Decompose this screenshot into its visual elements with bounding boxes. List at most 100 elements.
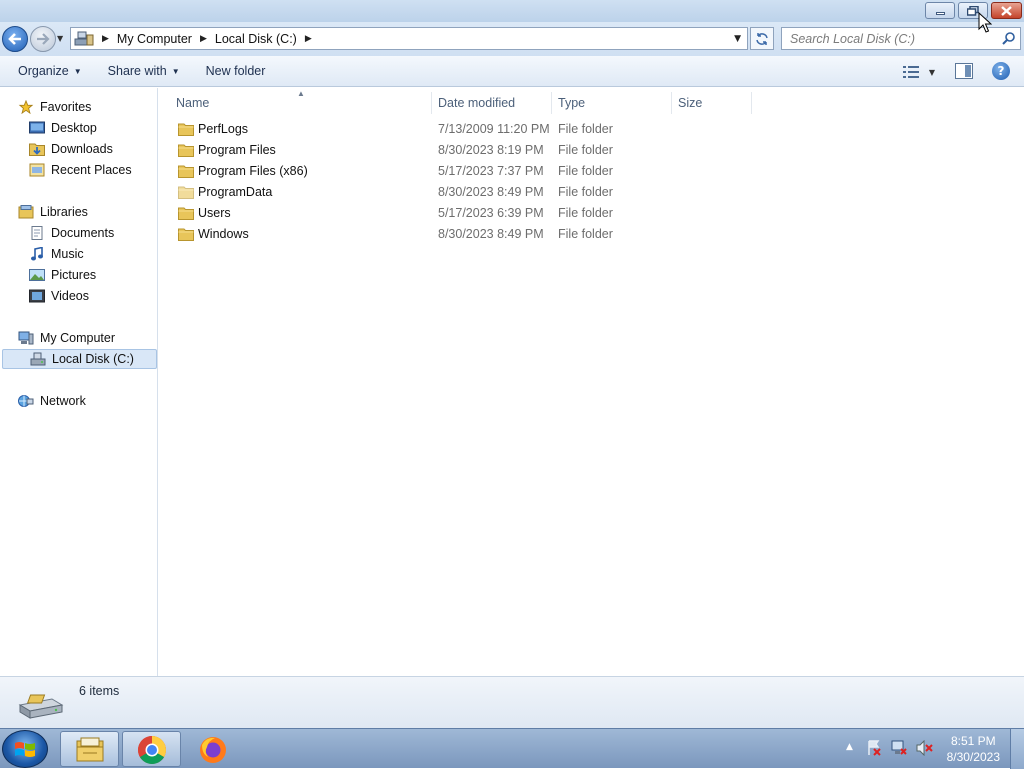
- file-row[interactable]: PerfLogs 7/13/2009 11:20 PM File folder: [174, 119, 774, 140]
- column-header-date-modified[interactable]: Date modified: [432, 92, 552, 114]
- videos-icon: [29, 289, 45, 303]
- taskbar-firefox-button[interactable]: [184, 731, 243, 767]
- computer-icon: [71, 28, 97, 49]
- sidebar-item-desktop[interactable]: Desktop: [29, 118, 97, 138]
- file-date: 5/17/2023 6:39 PM: [438, 206, 544, 220]
- file-row[interactable]: Program Files (x86) 5/17/2023 7:37 PM Fi…: [174, 161, 774, 182]
- file-date: 7/13/2009 11:20 PM: [438, 122, 550, 136]
- show-desktop-button[interactable]: [1010, 729, 1024, 769]
- refresh-button[interactable]: [750, 27, 774, 50]
- sidebar-item-my-computer[interactable]: My Computer: [18, 328, 115, 348]
- breadcrumb-arrow-icon[interactable]: ▶: [300, 34, 317, 44]
- column-label-name: Name: [176, 96, 210, 110]
- action-center-icon[interactable]: [866, 740, 882, 756]
- sidebar-item-favorites[interactable]: Favorites: [18, 97, 91, 117]
- sidebar-label-network: Network: [40, 394, 86, 408]
- change-view-button[interactable]: ▼: [898, 61, 940, 83]
- item-count: 6 items: [79, 684, 120, 698]
- minimize-button[interactable]: [925, 2, 955, 19]
- close-icon: [1001, 5, 1012, 16]
- clock-time: 8:51 PM: [950, 734, 996, 748]
- title-bar: [0, 0, 1024, 22]
- sidebar-item-local-disk[interactable]: Local Disk (C:): [2, 349, 157, 369]
- sidebar-item-libraries[interactable]: Libraries: [18, 202, 88, 222]
- explorer-folder-icon: [76, 737, 104, 762]
- local-disk-icon: [18, 694, 64, 719]
- column-header-type[interactable]: Type: [552, 92, 672, 114]
- breadcrumb-arrow-icon[interactable]: ▶: [97, 34, 114, 44]
- address-dropdown-icon[interactable]: ▼: [734, 34, 741, 44]
- sidebar-label-recent-places: Recent Places: [51, 163, 132, 177]
- documents-icon: [31, 226, 43, 240]
- sidebar-item-videos[interactable]: Videos: [29, 286, 89, 306]
- file-date: 8/30/2023 8:19 PM: [438, 143, 544, 157]
- sidebar-item-network[interactable]: Network: [18, 391, 86, 411]
- search-icon[interactable]: [1002, 31, 1016, 45]
- start-button[interactable]: [2, 730, 48, 768]
- column-label-date-modified: Date modified: [438, 96, 516, 110]
- taskbar-chrome-button[interactable]: [122, 731, 181, 767]
- file-date: 8/30/2023 8:49 PM: [438, 227, 544, 241]
- sort-ascending-icon: ▲: [297, 89, 305, 98]
- file-list: Name ▲ Date modified Type Size PerfLogs …: [160, 88, 1024, 676]
- desktop-icon: [29, 121, 45, 134]
- file-date: 5/17/2023 7:37 PM: [438, 164, 544, 178]
- back-button[interactable]: [2, 26, 28, 52]
- sidebar-item-pictures[interactable]: Pictures: [29, 265, 96, 285]
- sidebar-item-music[interactable]: Music: [29, 244, 84, 264]
- navigation-bar: ▼ ▶ My Computer ▶ Local Disk (C:) ▶ ▼ Se…: [0, 22, 1024, 56]
- file-type: File folder: [558, 227, 613, 241]
- sidebar-label-documents: Documents: [51, 226, 115, 240]
- help-button[interactable]: ?: [992, 62, 1010, 80]
- forward-button[interactable]: [30, 26, 56, 52]
- preview-pane-icon: [965, 65, 971, 77]
- volume-muted-icon[interactable]: [916, 740, 934, 756]
- file-row[interactable]: Program Files 8/30/2023 8:19 PM File fol…: [174, 140, 774, 161]
- chrome-icon: [138, 736, 166, 764]
- back-arrow-icon: [8, 33, 21, 45]
- column-label-size: Size: [678, 96, 703, 110]
- network-status-icon[interactable]: [890, 740, 908, 756]
- notification-area: ▲ 8:51 PM 8/30/2023: [838, 729, 1024, 769]
- clock[interactable]: 8:51 PM 8/30/2023: [947, 733, 1000, 765]
- file-row[interactable]: Windows 8/30/2023 8:49 PM File folder: [174, 224, 774, 245]
- address-bar[interactable]: ▶ My Computer ▶ Local Disk (C:) ▶ ▼: [70, 27, 748, 50]
- details-view-icon: [902, 66, 919, 78]
- share-with-button[interactable]: Share with ▼: [100, 59, 188, 83]
- folder-icon: [178, 144, 194, 157]
- column-header-size[interactable]: Size: [672, 92, 752, 114]
- breadcrumb-my-computer[interactable]: My Computer: [114, 28, 195, 49]
- close-button[interactable]: [991, 2, 1022, 19]
- share-with-label: Share with: [107, 64, 167, 78]
- sidebar-label-local-disk: Local Disk (C:): [52, 352, 134, 366]
- file-name: PerfLogs: [198, 122, 249, 136]
- file-row[interactable]: Users 5/17/2023 6:39 PM File folder: [174, 203, 774, 224]
- breadcrumb-local-disk[interactable]: Local Disk (C:): [212, 28, 300, 49]
- file-row[interactable]: ProgramData 8/30/2023 8:49 PM File folde…: [174, 182, 774, 203]
- preview-pane-button[interactable]: [955, 63, 973, 79]
- sidebar-label-favorites: Favorites: [40, 100, 92, 114]
- sidebar-label-my-computer: My Computer: [40, 331, 116, 345]
- sidebar-item-recent-places[interactable]: Recent Places: [29, 160, 132, 180]
- recent-pages-dropdown[interactable]: ▼: [57, 34, 67, 44]
- downloads-folder-icon: [29, 143, 45, 156]
- help-icon: ?: [997, 64, 1005, 78]
- file-type: File folder: [558, 143, 613, 157]
- star-icon: [18, 100, 34, 114]
- file-name: ProgramData: [198, 185, 273, 199]
- organize-label: Organize: [18, 64, 69, 78]
- recent-places-icon: [29, 163, 45, 177]
- firefox-icon: [200, 737, 226, 763]
- sidebar-item-downloads[interactable]: Downloads: [29, 139, 113, 159]
- windows-logo-icon: [15, 742, 35, 757]
- new-folder-button[interactable]: New folder: [198, 59, 274, 83]
- column-header-name[interactable]: Name ▲: [170, 89, 432, 114]
- show-hidden-icons-button[interactable]: ▲: [846, 742, 853, 752]
- sidebar-item-documents[interactable]: Documents: [29, 223, 114, 243]
- taskbar-explorer-button[interactable]: [60, 731, 119, 767]
- organize-button[interactable]: Organize ▼: [10, 59, 90, 83]
- column-label-type: Type: [558, 96, 586, 110]
- breadcrumb-arrow-icon[interactable]: ▶: [195, 34, 212, 44]
- command-bar: Organize ▼ Share with ▼ New folder: [0, 56, 1024, 87]
- mouse-cursor-icon: [978, 12, 992, 33]
